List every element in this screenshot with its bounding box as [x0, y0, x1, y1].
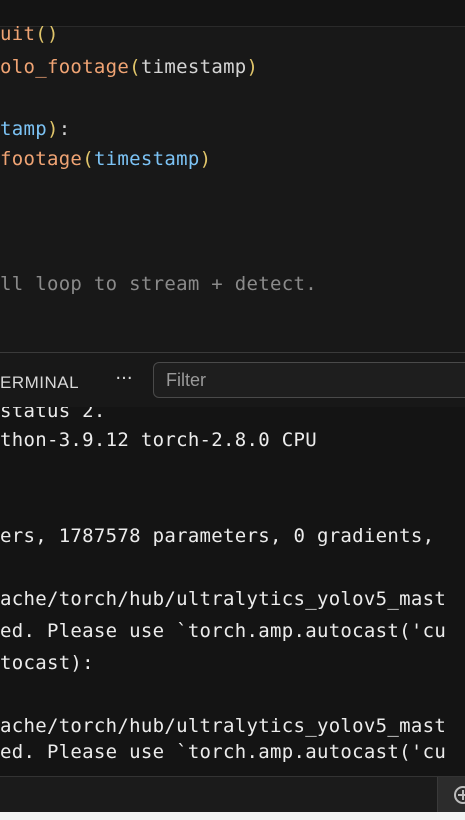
tab-terminal[interactable]: ERMINAL [0, 373, 79, 393]
code-line: tamp): [0, 117, 70, 141]
code-line: olo_footage(timestamp) [0, 55, 258, 79]
code-line: ll loop to stream + detect. [0, 272, 317, 296]
filter-input[interactable] [153, 362, 465, 398]
terminal-line: ed. Please use `torch.amp.autocast('cu [0, 741, 447, 763]
code-token: uit [0, 23, 36, 45]
code-token: ( [129, 56, 141, 78]
code-token: footage [0, 148, 83, 170]
more-actions-icon[interactable]: ··· [110, 364, 138, 394]
terminal-line: tocast): [0, 652, 94, 674]
terminal-line: status 2. [0, 407, 106, 422]
code-token: ll loop to stream + detect. [0, 273, 317, 295]
plus-circle-icon [454, 786, 465, 804]
code-token: tamp [0, 118, 47, 140]
code-token: ) [199, 148, 212, 170]
code-line: footage(timestamp) [0, 147, 211, 171]
terminal-output[interactable]: status 2. thon-3.9.12 torch-2.8.0 CPU ers,… [0, 407, 465, 776]
terminal-input-bar[interactable] [0, 776, 465, 813]
panel-header: ERMINAL ··· [0, 353, 465, 407]
code-line: uit() [0, 22, 59, 46]
terminal-line: ed. Please use `torch.amp.autocast('cu [0, 620, 447, 642]
code-token: timestamp [93, 148, 200, 170]
terminal-line: ers, 1787578 parameters, 0 gradients, [0, 525, 435, 547]
code-editor[interactable]: uit() olo_footage(timestamp) tamp): footage… [0, 0, 465, 352]
new-item-button[interactable] [437, 777, 465, 813]
code-token: ) [246, 56, 259, 78]
code-token: : [58, 118, 71, 140]
code-token: () [35, 23, 59, 45]
terminal-line: ache/torch/hub/ultralytics_yolov5_mast [0, 715, 447, 737]
terminal-line: ache/torch/hub/ultralytics_yolov5_mast [0, 588, 447, 610]
terminal-line: thon-3.9.12 torch-2.8.0 CPU [0, 429, 317, 451]
code-token: olo_footage [0, 56, 130, 78]
code-token: timestamp [140, 56, 247, 78]
window-bottom-edge [0, 812, 465, 820]
code-token: ) [46, 118, 59, 140]
editor-top-strip [0, 0, 465, 27]
code-token: ( [82, 148, 94, 170]
